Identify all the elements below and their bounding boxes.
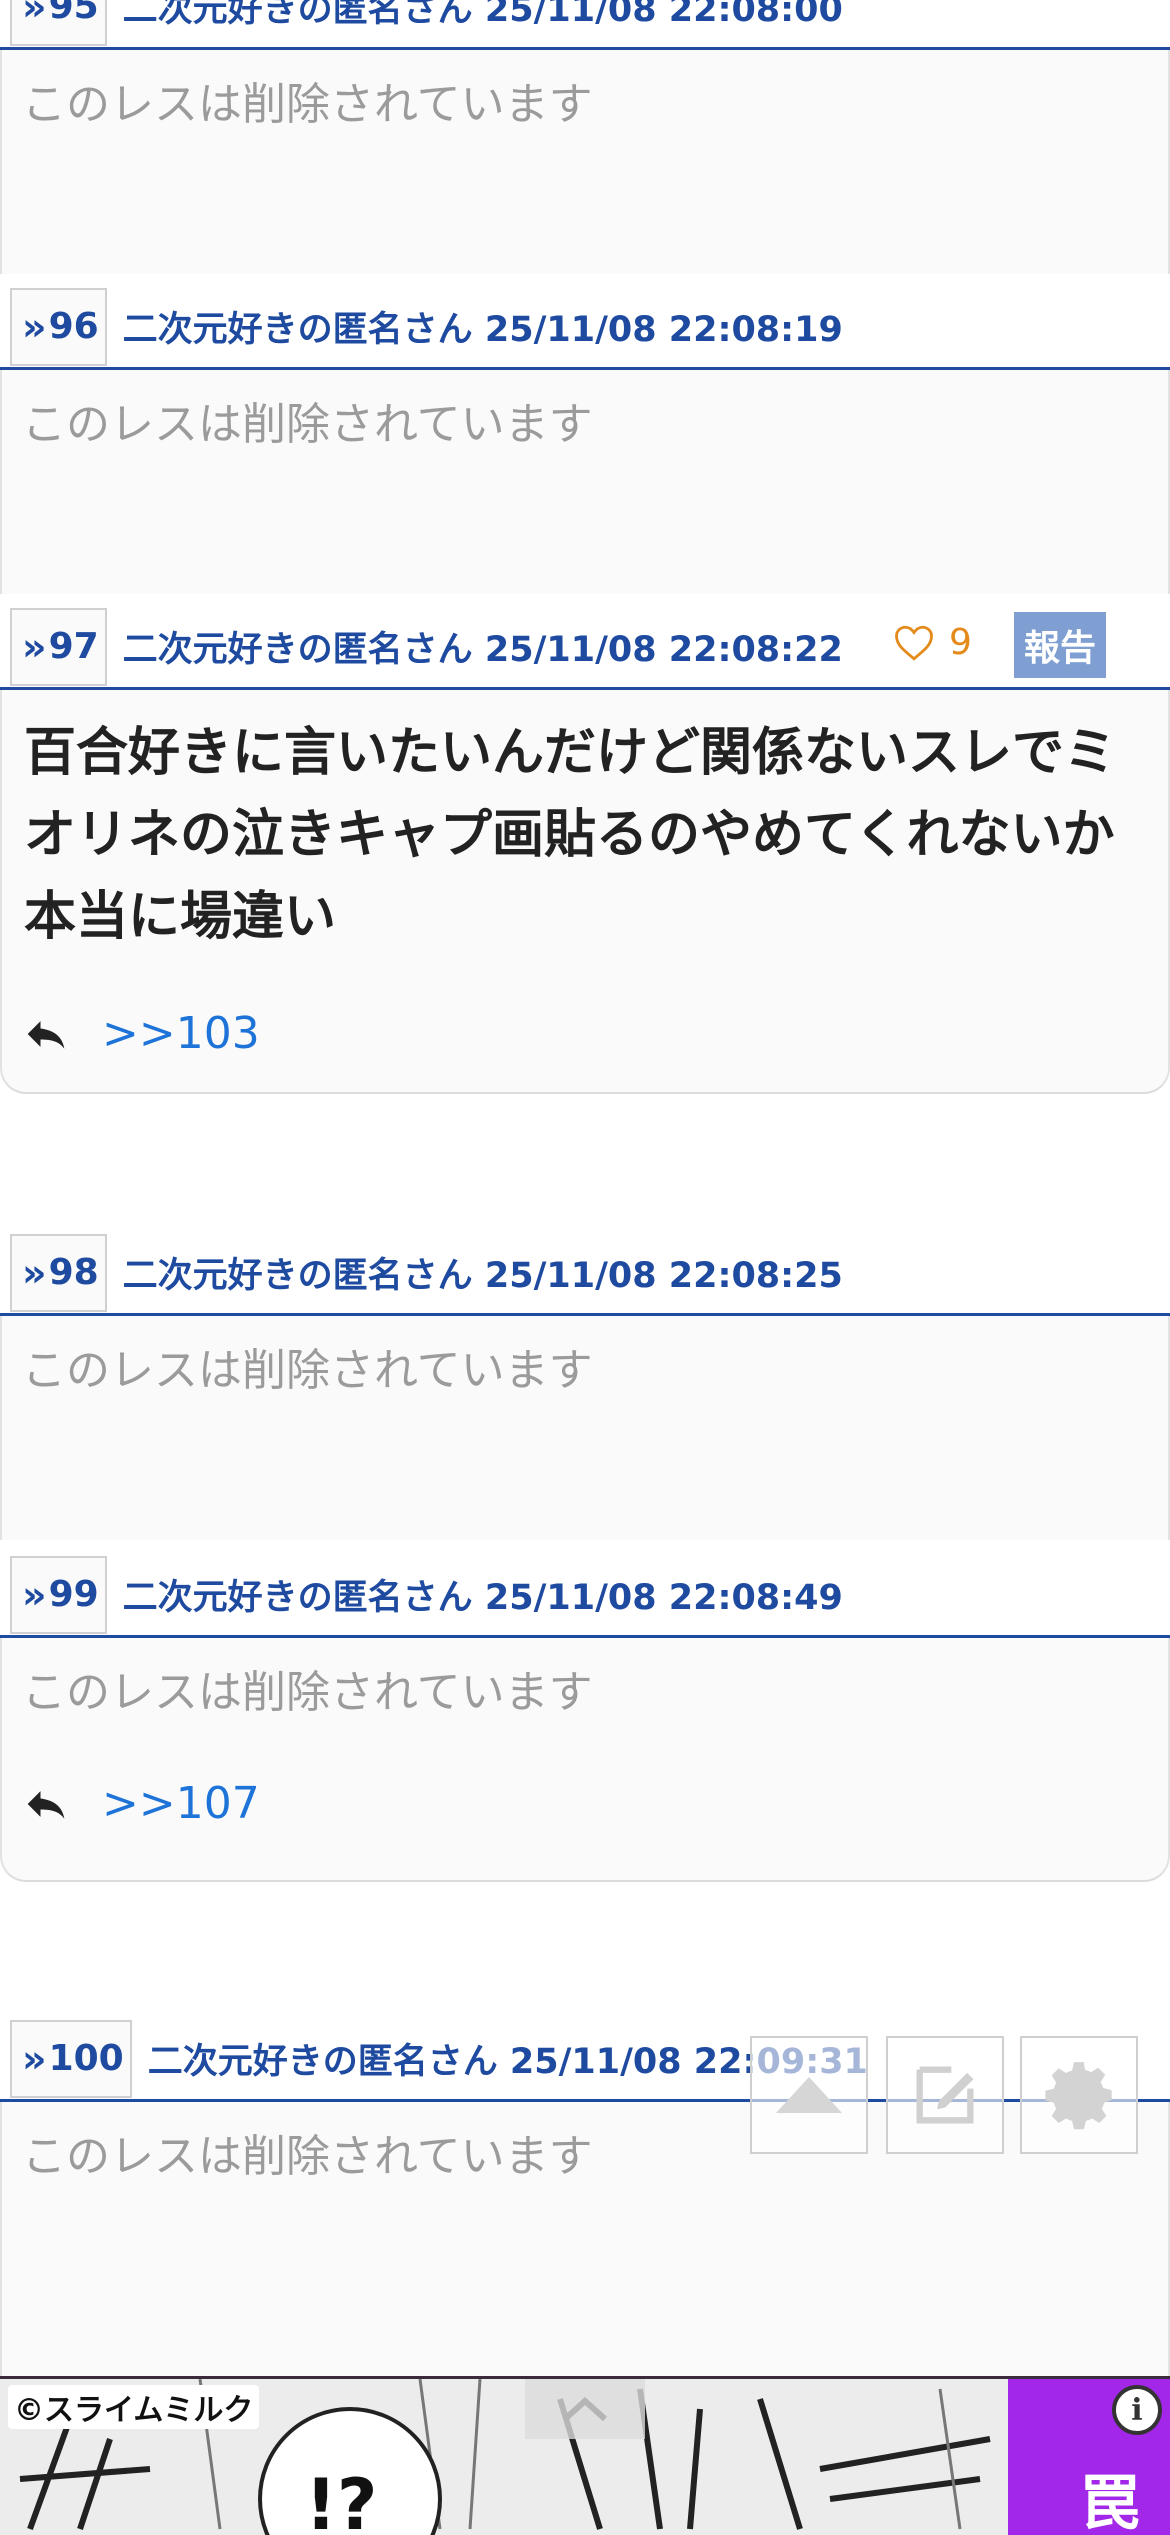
- post-number-button[interactable]: » 97: [10, 607, 107, 686]
- post-header: » 98 二次元好きの匿名さん 25/11/08 22:08:25: [0, 1232, 1170, 1316]
- gear-icon: [1045, 2062, 1112, 2130]
- report-button[interactable]: 報告: [1014, 612, 1106, 678]
- scroll-top-button[interactable]: [750, 2036, 868, 2154]
- reply-row: >>107: [24, 1778, 260, 1829]
- ad-side-text: 罠: [1080, 2469, 1140, 2535]
- reply-link[interactable]: >>107: [102, 1778, 260, 1829]
- double-chevron-icon: »: [22, 304, 47, 349]
- post-body: このレスは削除されています: [0, 370, 1170, 594]
- deleted-message: このレスは削除されています: [22, 1667, 593, 1718]
- post-number-button[interactable]: » 95: [10, 0, 107, 46]
- write-button[interactable]: [886, 2036, 1004, 2154]
- ad-credit: ©スライムミルク: [8, 2385, 260, 2429]
- post-body: このレスは削除されています: [0, 1316, 1170, 1540]
- arrow-up-icon: [776, 2077, 842, 2113]
- reply-link[interactable]: >>103: [102, 1008, 260, 1059]
- post-body: このレスは削除されています: [0, 50, 1170, 274]
- double-chevron-icon: »: [22, 624, 47, 669]
- like-count: 9: [949, 622, 972, 663]
- ad-banner[interactable]: !? ©スライムミルク 罠 i: [0, 2376, 1170, 2535]
- post-meta: 二次元好きの匿名さん 25/11/08 22:08:19: [122, 310, 843, 350]
- reply-row: >>103: [24, 1008, 260, 1059]
- post-header: » 96 二次元好きの匿名さん 25/11/08 22:08:19: [0, 286, 1170, 370]
- deleted-message: このレスは削除されています: [22, 2131, 593, 2182]
- post-body: 百合好きに言いたいんだけど関係ないスレでミオリネの泣きキャプ画貼るのやめてくれな…: [0, 690, 1170, 1094]
- double-chevron-icon: »: [22, 2036, 47, 2081]
- deleted-message: このレスは削除されています: [22, 79, 593, 130]
- post-body: このレスは削除されています >>107: [0, 1638, 1170, 1882]
- info-icon[interactable]: i: [1112, 2385, 1162, 2435]
- post-meta: 二次元好きの匿名さん 25/11/08 22:08:22: [122, 630, 843, 670]
- post-number-button[interactable]: » 98: [10, 1233, 107, 1312]
- double-chevron-icon: »: [22, 0, 47, 29]
- post-header: » 95 二次元好きの匿名さん 25/11/08 22:08:00: [0, 0, 1170, 50]
- heart-icon: [895, 625, 933, 661]
- post-meta: 二次元好きの匿名さん 25/11/08 22:08:25: [122, 1256, 843, 1296]
- post-meta: 二次元好きの匿名さん 25/11/08 22:08:49: [122, 1578, 843, 1618]
- double-chevron-icon: »: [22, 1572, 47, 1617]
- deleted-message: このレスは削除されています: [22, 399, 593, 450]
- deleted-message: このレスは削除されています: [22, 1345, 593, 1396]
- post-header: » 97 二次元好きの匿名さん 25/11/08 22:08:22: [0, 606, 1170, 690]
- reply-arrow-icon: [27, 1790, 65, 1819]
- post-content: 百合好きに言いたいんだけど関係ないスレでミオリネの泣きキャプ画貼るのやめてくれな…: [24, 723, 1117, 947]
- post-number-button[interactable]: » 100: [10, 2019, 132, 2098]
- post-number-button[interactable]: » 99: [10, 1555, 107, 1634]
- post-header: » 99 二次元好きの匿名さん 25/11/08 22:08:49: [0, 1554, 1170, 1638]
- reply-arrow-icon: [27, 1020, 65, 1049]
- double-chevron-icon: »: [22, 1250, 47, 1295]
- svg-text:!?: !?: [305, 2464, 378, 2535]
- post-number-button[interactable]: » 96: [10, 287, 107, 366]
- edit-icon: [916, 2066, 974, 2124]
- post-meta: 二次元好きの匿名さん 25/11/08 22:08:00: [122, 0, 843, 30]
- settings-button[interactable]: [1020, 2036, 1138, 2154]
- like-button[interactable]: 9: [893, 622, 972, 663]
